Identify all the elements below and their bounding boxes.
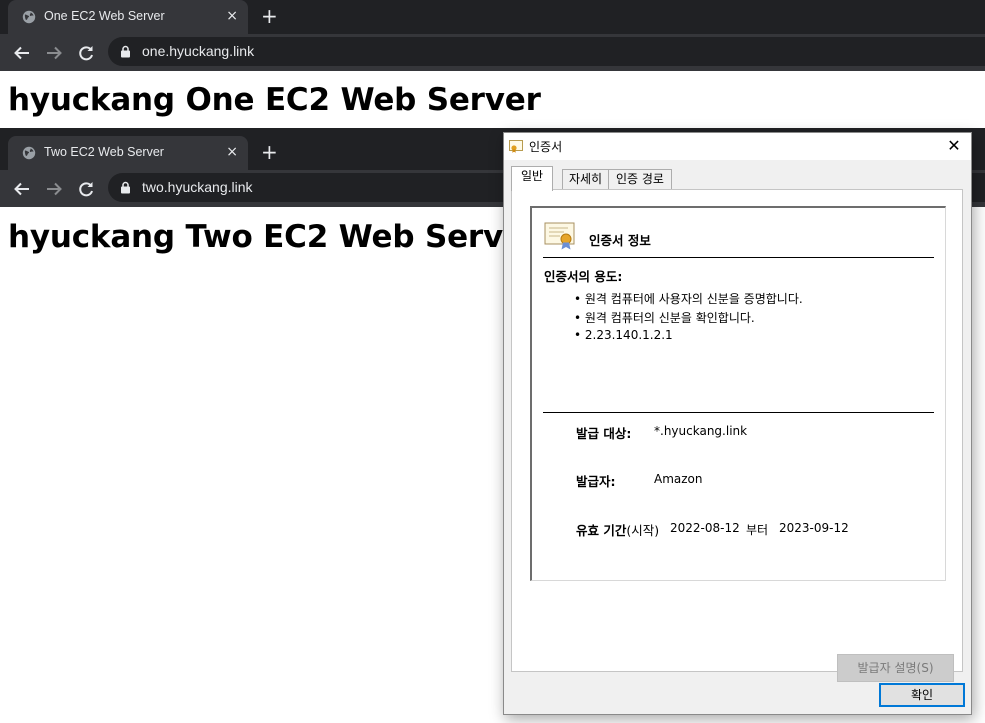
certificate-info-box: 인증서 정보 인증서의 용도: • 원격 컴퓨터에 사용자의 신분을 증명합니다… [530,206,946,581]
tab-details[interactable]: 자세히 [562,169,609,190]
page-heading: hyuckang Two EC2 Web Server [8,219,539,255]
certificate-dialog: 인증서 ✕ 일반 자세히 인증 경로 인증서 정보 인증서의 용도: • 원격 … [503,132,972,715]
tab-title: Two EC2 Web Server [44,145,164,159]
url-text[interactable]: one.hyuckang.link [142,43,254,59]
dialog-title: 인증서 [529,140,563,154]
valid-to-date: 2023-09-12 [779,521,849,535]
globe-icon [22,10,36,24]
ok-button[interactable]: 확인 [879,683,965,707]
lock-icon[interactable] [120,181,131,194]
purpose-item: • 2.23.140.1.2.1 [574,328,673,342]
lock-icon[interactable] [120,45,131,58]
globe-icon [22,146,36,160]
certificate-info-title: 인증서 정보 [589,233,651,248]
url-text[interactable]: two.hyuckang.link [142,179,253,195]
reload-icon[interactable] [75,178,97,200]
back-arrow-icon[interactable] [11,178,33,200]
valid-from-date: 2022-08-12 [670,521,740,535]
validity-label-text: 유효 기간 [576,523,627,538]
general-tab-panel: 인증서 정보 인증서의 용도: • 원격 컴퓨터에 사용자의 신분을 증명합니다… [511,189,963,682]
issued-by-label: 발급자: [576,474,616,489]
issued-to-label: 발급 대상: [576,426,632,441]
issued-to-value[interactable]: *.hyuckang.link [654,424,747,438]
tab-general[interactable]: 일반 [511,166,553,191]
purpose-item: • 원격 컴퓨터에 사용자의 신분을 증명합니다. [574,292,803,306]
tab-close-icon[interactable]: × [226,144,238,160]
browser-toolbar: one.hyuckang.link [0,34,985,71]
dialog-titlebar[interactable]: 인증서 ✕ [504,133,971,160]
certificate-icon [509,140,523,153]
back-arrow-icon[interactable] [11,42,33,64]
forward-arrow-icon[interactable] [43,42,65,64]
forward-arrow-icon[interactable] [43,178,65,200]
purpose-heading: 인증서의 용도: [544,269,623,284]
validity-label-suffix: (시작) [626,523,660,538]
browser-tab[interactable]: Two EC2 Web Server × [8,136,248,170]
issued-by-value[interactable]: Amazon [654,472,703,486]
new-tab-icon[interactable]: + [261,141,278,163]
purpose-item: • 원격 컴퓨터의 신분을 확인합니다. [574,311,755,325]
issuer-statement-button[interactable]: 발급자 설명(S) [837,654,954,682]
certificate-icon [544,222,575,250]
validity-label: 유효 기간(시작) [576,520,659,539]
close-icon[interactable]: ✕ [943,135,965,157]
tab-title: One EC2 Web Server [44,9,165,23]
page-heading: hyuckang One EC2 Web Server [8,82,541,118]
new-tab-icon[interactable]: + [261,5,278,27]
browser-tab[interactable]: One EC2 Web Server × [8,0,248,34]
tab-strip: One EC2 Web Server × + [0,0,985,34]
tab-close-icon[interactable]: × [226,8,238,24]
valid-from-word: 부터 [746,523,769,537]
tab-certification-path[interactable]: 인증 경로 [608,169,672,190]
divider [543,257,934,258]
address-bar[interactable]: one.hyuckang.link [108,37,985,66]
divider [543,412,934,413]
reload-icon[interactable] [75,42,97,64]
